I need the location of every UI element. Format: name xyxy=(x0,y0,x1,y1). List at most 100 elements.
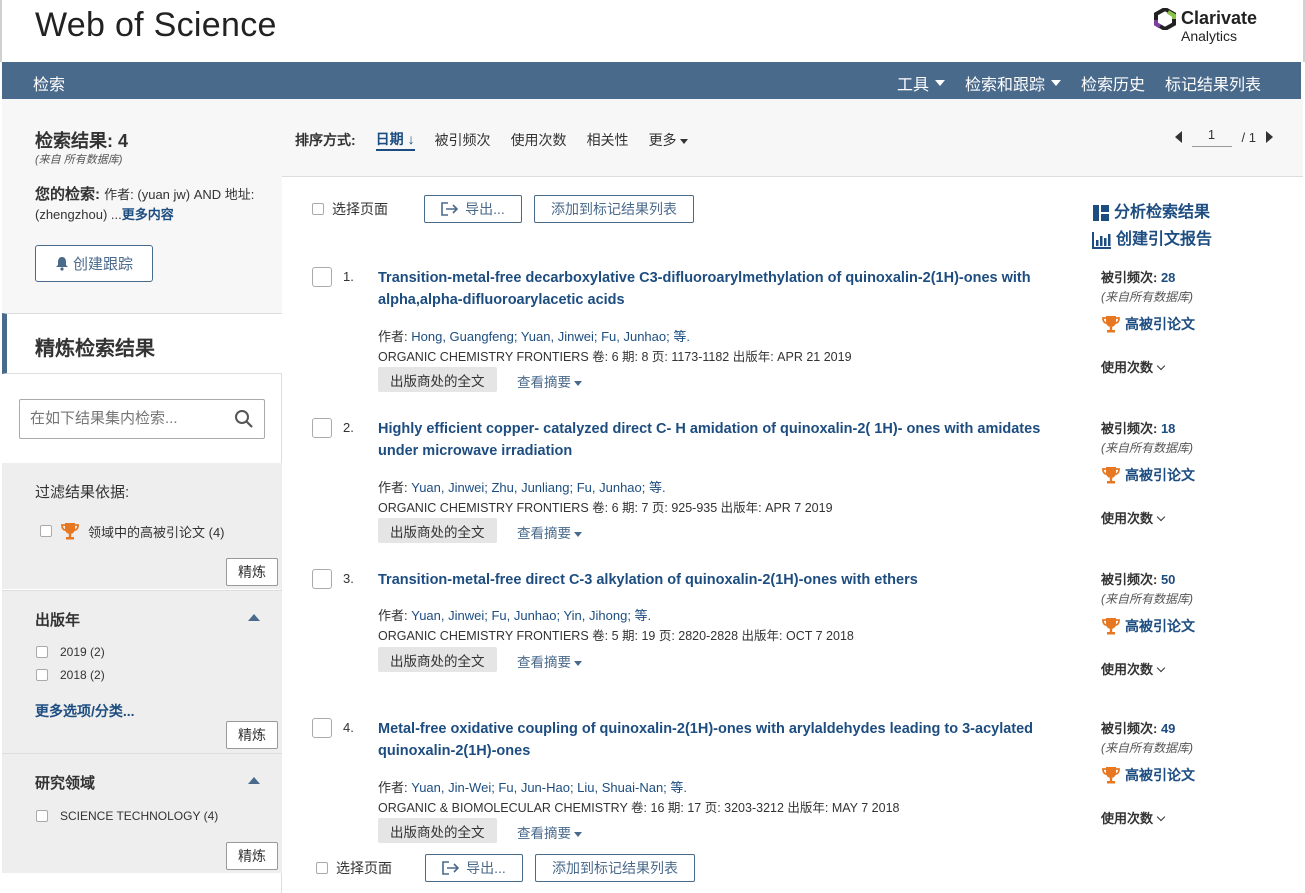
select-page[interactable]: 选择页面 xyxy=(316,858,413,878)
chevron-down-icon xyxy=(574,380,582,386)
citation-report-link[interactable]: 创建引文报告 xyxy=(1092,226,1212,253)
highly-cited-badge[interactable]: 高被引论文 xyxy=(1101,465,1195,485)
filter-section: 过滤结果依据: 领域中的高被引论文 (4) 精炼 xyxy=(2,463,282,589)
analyze-results-link[interactable]: 分析检索结果 xyxy=(1092,199,1212,226)
more-content-link[interactable]: 更多内容 xyxy=(122,207,174,222)
record-checkbox[interactable] xyxy=(312,267,332,287)
highly-cited-label: 高被引论文 xyxy=(1125,467,1195,483)
record-number: 2. xyxy=(343,420,354,435)
sort-date[interactable]: 日期 ↓ xyxy=(375,129,415,151)
full-text-button[interactable]: 出版商处的全文 xyxy=(378,367,497,392)
filter-item-label: 领域中的高被引论文 (4) xyxy=(88,524,225,540)
analyze-grid-icon xyxy=(1093,204,1109,221)
collapse-arrow-icon[interactable] xyxy=(248,777,260,784)
prev-page-icon[interactable] xyxy=(1174,131,1182,143)
authors-prefix: 作者: xyxy=(378,780,412,795)
authors-links[interactable]: Yuan, Jinwei; Zhu, Junliang; Fu, Junhao;… xyxy=(411,480,665,495)
record-title[interactable]: Highly efficient copper- catalyzed direc… xyxy=(378,418,1068,462)
highly-cited-badge[interactable]: 高被引论文 xyxy=(1101,765,1195,785)
record-number: 4. xyxy=(343,720,354,735)
add-to-marked-button[interactable]: 添加到标记结果列表 xyxy=(534,195,694,223)
usage-count-toggle[interactable]: 使用次数 xyxy=(1101,508,1166,527)
more-options-link[interactable]: 更多选项/分类... xyxy=(35,701,135,721)
times-cited-label: 被引频次: xyxy=(1101,270,1161,285)
times-cited: 被引频次: 49 xyxy=(1101,718,1281,737)
research-area-label: SCIENCE TECHNOLOGY (4) xyxy=(60,809,219,823)
pubyear-section: 出版年 2019 (2) 2018 (2) 更多选项/分类... 精炼 xyxy=(2,590,282,753)
times-cited-value[interactable]: 28 xyxy=(1161,270,1175,285)
record-source: ORGANIC CHEMISTRY FRONTIERS 卷: 5 期: 19 页… xyxy=(378,629,854,643)
record-checkbox[interactable] xyxy=(312,418,332,438)
export-button[interactable]: 导出... xyxy=(425,854,523,882)
pubyear-title[interactable]: 出版年 xyxy=(35,609,80,630)
select-page[interactable]: 选择页面 xyxy=(312,199,412,219)
times-cited: 被引频次: 18 xyxy=(1101,418,1281,437)
usage-count-toggle[interactable]: 使用次数 xyxy=(1101,357,1166,376)
nav-marked-list[interactable]: 标记结果列表 xyxy=(1165,71,1261,95)
record-metrics: 被引频次: 18 (来自所有数据库) 高被引论文 使用次数 xyxy=(1101,418,1281,526)
add-to-marked-button[interactable]: 添加到标记结果列表 xyxy=(535,854,695,882)
filter-label: 过滤结果依据: xyxy=(35,484,130,501)
authors-links[interactable]: Yuan, Jin-Wei; Fu, Jun-Hao; Liu, Shuai-N… xyxy=(411,780,687,795)
times-cited-value[interactable]: 50 xyxy=(1161,572,1175,587)
full-text-button[interactable]: 出版商处的全文 xyxy=(378,518,497,543)
record-title[interactable]: Metal-free oxidative coupling of quinoxa… xyxy=(378,718,1068,762)
refine-button[interactable]: 精炼 xyxy=(226,721,278,749)
select-page-label: 选择页面 xyxy=(332,201,388,217)
times-cited-source: (来自所有数据库) xyxy=(1101,290,1193,304)
nav-tools[interactable]: 工具 xyxy=(897,71,945,95)
highly-cited-badge[interactable]: 高被引论文 xyxy=(1101,616,1195,636)
refine-search-input[interactable] xyxy=(30,410,225,427)
pubyear-checkbox[interactable] xyxy=(36,646,48,658)
view-abstract-toggle[interactable]: 查看摘要 xyxy=(517,822,582,842)
select-page-checkbox[interactable] xyxy=(312,203,324,215)
record-checkbox[interactable] xyxy=(312,569,332,589)
trophy-icon xyxy=(61,523,79,540)
highly-cited-badge[interactable]: 高被引论文 xyxy=(1101,314,1195,334)
sort-usage[interactable]: 使用次数 xyxy=(511,130,567,150)
research-area-checkbox[interactable] xyxy=(36,810,48,822)
authors-links[interactable]: Hong, Guangfeng; Yuan, Jinwei; Fu, Junha… xyxy=(411,329,690,344)
full-text-button[interactable]: 出版商处的全文 xyxy=(378,818,497,843)
nav-search-track[interactable]: 检索和跟踪 xyxy=(965,71,1061,95)
view-abstract-toggle[interactable]: 查看摘要 xyxy=(517,651,582,671)
view-abstract-toggle[interactable]: 查看摘要 xyxy=(517,522,582,542)
clarivate-logo[interactable]: Clarivate Analytics xyxy=(1154,8,1274,48)
highly-cited-label: 高被引论文 xyxy=(1125,316,1195,332)
refine-button[interactable]: 精炼 xyxy=(226,558,278,586)
brand-title[interactable]: Web of Science xyxy=(35,6,277,45)
full-text-button[interactable]: 出版商处的全文 xyxy=(378,647,497,672)
times-cited-value[interactable]: 18 xyxy=(1161,421,1175,436)
pubyear-checkbox[interactable] xyxy=(36,669,48,681)
record-metrics: 被引频次: 28 (来自所有数据库) 高被引论文 使用次数 xyxy=(1101,267,1281,375)
page-input[interactable]: 1 xyxy=(1191,127,1232,147)
view-abstract-toggle[interactable]: 查看摘要 xyxy=(517,371,582,391)
create-alert-label: 创建跟踪 xyxy=(72,256,133,273)
create-alert-button[interactable]: 创建跟踪 xyxy=(35,245,153,282)
nav-search[interactable]: 检索 xyxy=(33,71,65,95)
record-title[interactable]: Transition-metal-free decarboxylative C3… xyxy=(378,267,1068,311)
research-area-section: 研究领域 SCIENCE TECHNOLOGY (4) 精炼 xyxy=(2,753,282,873)
filter-checkbox[interactable] xyxy=(40,525,52,537)
nav-history[interactable]: 检索历史 xyxy=(1081,71,1145,95)
clarivate-mark-icon xyxy=(1154,8,1176,30)
record-checkbox[interactable] xyxy=(312,718,332,738)
refine-button[interactable]: 精炼 xyxy=(226,842,278,870)
sort-times-cited[interactable]: 被引频次 xyxy=(435,130,491,150)
sort-more[interactable]: 更多 xyxy=(649,130,688,150)
authors-links[interactable]: Yuan, Jinwei; Fu, Junhao; Yin, Jihong; 等… xyxy=(411,608,651,623)
search-icon[interactable] xyxy=(234,409,254,429)
research-area-title[interactable]: 研究领域 xyxy=(35,772,95,793)
usage-count-toggle[interactable]: 使用次数 xyxy=(1101,808,1166,827)
collapse-arrow-icon[interactable] xyxy=(248,614,260,621)
chevron-down-icon xyxy=(1156,361,1166,371)
record-title[interactable]: Transition-metal-free direct C-3 alkylat… xyxy=(378,569,1068,591)
your-search-label: 您的检索: xyxy=(35,186,105,203)
times-cited-value[interactable]: 49 xyxy=(1161,721,1175,736)
filter-highly-cited: 领域中的高被引论文 (4) xyxy=(40,521,225,541)
sort-relevance[interactable]: 相关性 xyxy=(587,130,629,150)
select-page-checkbox[interactable] xyxy=(316,862,328,874)
export-button[interactable]: 导出... xyxy=(424,195,522,223)
usage-count-toggle[interactable]: 使用次数 xyxy=(1101,659,1166,678)
next-page-icon[interactable] xyxy=(1266,131,1273,143)
